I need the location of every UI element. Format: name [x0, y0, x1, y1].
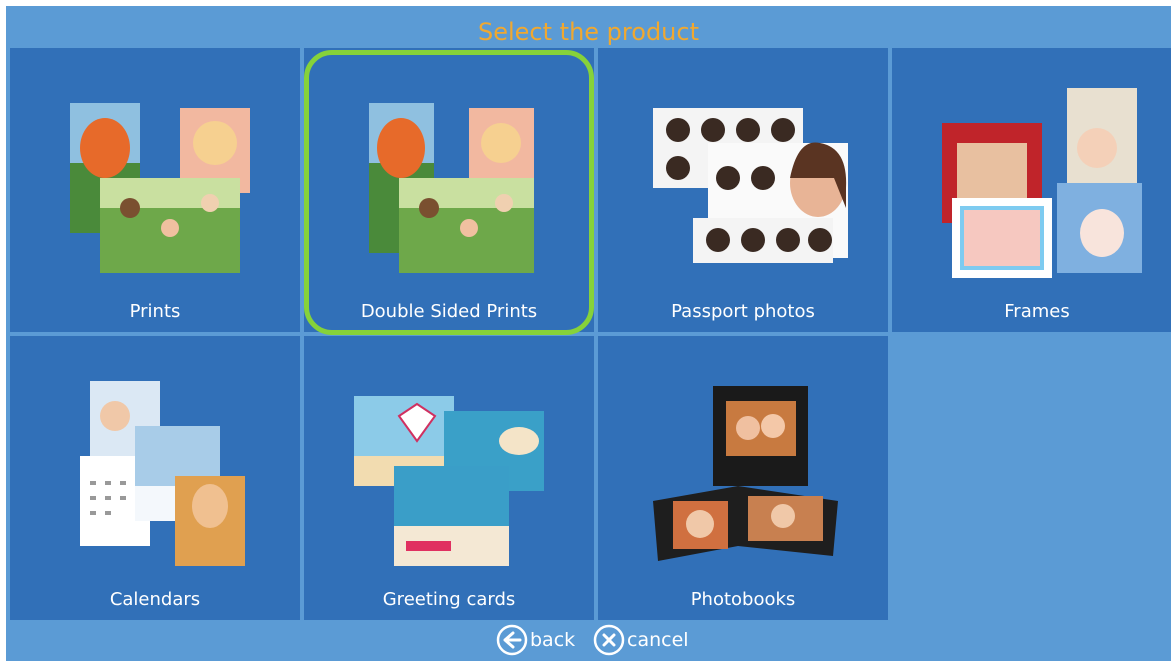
back-arrow-icon — [496, 624, 528, 656]
product-label: Greeting cards — [382, 589, 516, 610]
calendar-icon — [80, 381, 245, 566]
product-tile-frames[interactable]: Frames — [892, 48, 1171, 332]
product-tile-greeting-cards[interactable]: Greeting cards — [304, 336, 594, 620]
product-label: Prints — [129, 301, 181, 322]
passport-photos-icon — [653, 108, 848, 263]
bottom-bar: back cancel — [6, 620, 1171, 661]
product-grid: Prints Double Sided Prints Passport phot… — [10, 48, 1171, 620]
prints-collage-icon — [70, 103, 250, 273]
product-label: Photobooks — [690, 589, 796, 610]
page-title: Select the product — [478, 18, 699, 46]
back-button[interactable]: back — [496, 623, 575, 657]
product-tile-calendars[interactable]: Calendars — [10, 336, 300, 620]
product-label: Passport photos — [671, 301, 815, 322]
empty-tile — [892, 336, 1171, 620]
greeting-cards-icon — [354, 396, 544, 566]
cancel-button[interactable]: cancel — [593, 623, 689, 657]
product-selection-screen: Select the product Prints Double Sided P… — [6, 6, 1171, 661]
product-tile-prints[interactable]: Prints — [10, 48, 300, 332]
frames-icon — [942, 88, 1142, 278]
product-label: Double Sided Prints — [360, 301, 538, 322]
product-tile-passport-photos[interactable]: Passport photos — [598, 48, 888, 332]
photobook-icon — [653, 386, 838, 561]
product-tile-double-sided-prints[interactable]: Double Sided Prints — [304, 48, 594, 332]
double-sided-prints-icon — [369, 103, 534, 273]
close-icon — [593, 624, 625, 656]
cancel-label: cancel — [627, 629, 689, 651]
product-label: Frames — [1004, 301, 1070, 322]
product-label: Calendars — [109, 589, 201, 610]
product-tile-photobooks[interactable]: Photobooks — [598, 336, 888, 620]
back-label: back — [530, 629, 576, 651]
